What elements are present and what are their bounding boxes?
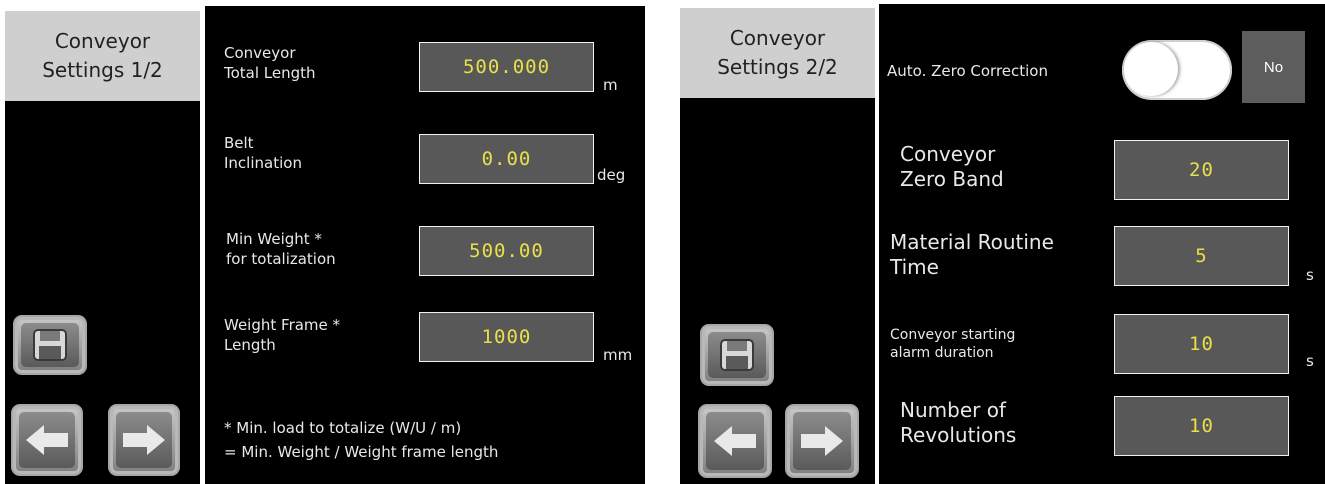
field-label-line: Conveyor starting [890, 327, 1016, 343]
field-label-line: Min Weight * [226, 230, 322, 248]
material-routine-time-input[interactable]: 5 [1114, 226, 1289, 286]
arrow-right-icon [116, 412, 172, 468]
arrow-right-icon [793, 412, 851, 470]
field-unit: m [603, 76, 618, 94]
field-label-line: alarm duration [890, 345, 994, 362]
conveyor-total-length-input[interactable]: 500.000 [419, 42, 594, 92]
settings-main: Conveyor Total Length 500.000 m Belt Inc… [205, 6, 645, 484]
field-label: Conveyor Total Length [224, 44, 316, 83]
weight-frame-length-input[interactable]: 1000 [419, 312, 594, 362]
save-button[interactable] [700, 324, 774, 386]
field-label: Min Weight * for totalization [226, 230, 336, 269]
arrow-left-icon [706, 412, 764, 470]
screen-title: Conveyor Settings 1/2 [5, 11, 200, 101]
screen-title-text: Conveyor Settings 1/2 [42, 29, 163, 82]
formula-note: * Min. load to totalize (W/U / m) = Min.… [224, 416, 498, 464]
field-label-line: Total Length [224, 63, 316, 82]
field-label-line: Number of [900, 398, 1006, 422]
next-page-button[interactable] [785, 404, 859, 478]
field-label-line: Revolutions [900, 423, 1017, 447]
field-label-line: Zero Band [900, 167, 1004, 191]
floppy-disk-icon [21, 323, 79, 367]
arrow-left-icon [19, 412, 75, 468]
number-of-revolutions-input[interactable]: 10 [1114, 396, 1289, 456]
field-label: Conveyor starting alarm duration [890, 326, 1015, 362]
note-line: * Min. load to totalize (W/U / m) [224, 419, 462, 437]
screen-title: Conveyor Settings 2/2 [680, 8, 875, 98]
field-label: Conveyor Zero Band [900, 142, 1004, 192]
previous-page-button[interactable] [698, 404, 772, 478]
toggle-knob [1124, 42, 1178, 96]
belt-inclination-input[interactable]: 0.00 [419, 134, 594, 184]
previous-page-button[interactable] [11, 404, 83, 476]
settings-screen-2: Conveyor Settings 2/2 Auto. Zero Correct… [680, 0, 1325, 484]
screen-title-text: Conveyor Settings 2/2 [717, 26, 838, 79]
starting-alarm-duration-input[interactable]: 10 [1114, 314, 1289, 374]
sidebar [680, 98, 875, 484]
auto-zero-toggle[interactable] [1122, 40, 1232, 100]
field-label: Belt Inclination [224, 134, 302, 173]
field-unit: deg [597, 166, 626, 184]
auto-zero-state: No [1242, 31, 1305, 103]
field-unit: s [1306, 266, 1314, 284]
save-button[interactable] [13, 315, 87, 375]
field-label-line: Time [890, 255, 939, 279]
settings-main: Auto. Zero Correction No Conveyor Zero B… [879, 4, 1325, 484]
field-label-line: Conveyor [224, 44, 296, 62]
field-label: Material Routine Time [890, 230, 1054, 280]
floppy-disk-icon [708, 332, 766, 378]
sidebar [5, 101, 200, 484]
field-label: Number of Revolutions [900, 398, 1016, 448]
note-line: = Min. Weight / Weight frame length [224, 443, 499, 461]
field-unit: s [1306, 352, 1314, 370]
field-unit: mm [603, 346, 633, 364]
field-label-line: for totalization [226, 249, 336, 268]
next-page-button[interactable] [108, 404, 180, 476]
field-label-line: Weight Frame * [224, 316, 341, 334]
min-weight-input[interactable]: 500.00 [419, 226, 594, 276]
field-label-line: Length [224, 335, 276, 354]
auto-zero-label: Auto. Zero Correction [887, 62, 1048, 80]
field-label-line: Conveyor [900, 142, 996, 166]
zero-band-input[interactable]: 20 [1114, 140, 1289, 200]
field-label-line: Belt [224, 134, 254, 152]
field-label-line: Material Routine [890, 230, 1054, 254]
field-label-line: Inclination [224, 153, 302, 172]
settings-screen-1: Conveyor Settings 1/2 Conveyor Total Len… [0, 0, 645, 484]
field-label: Weight Frame * Length [224, 316, 340, 355]
